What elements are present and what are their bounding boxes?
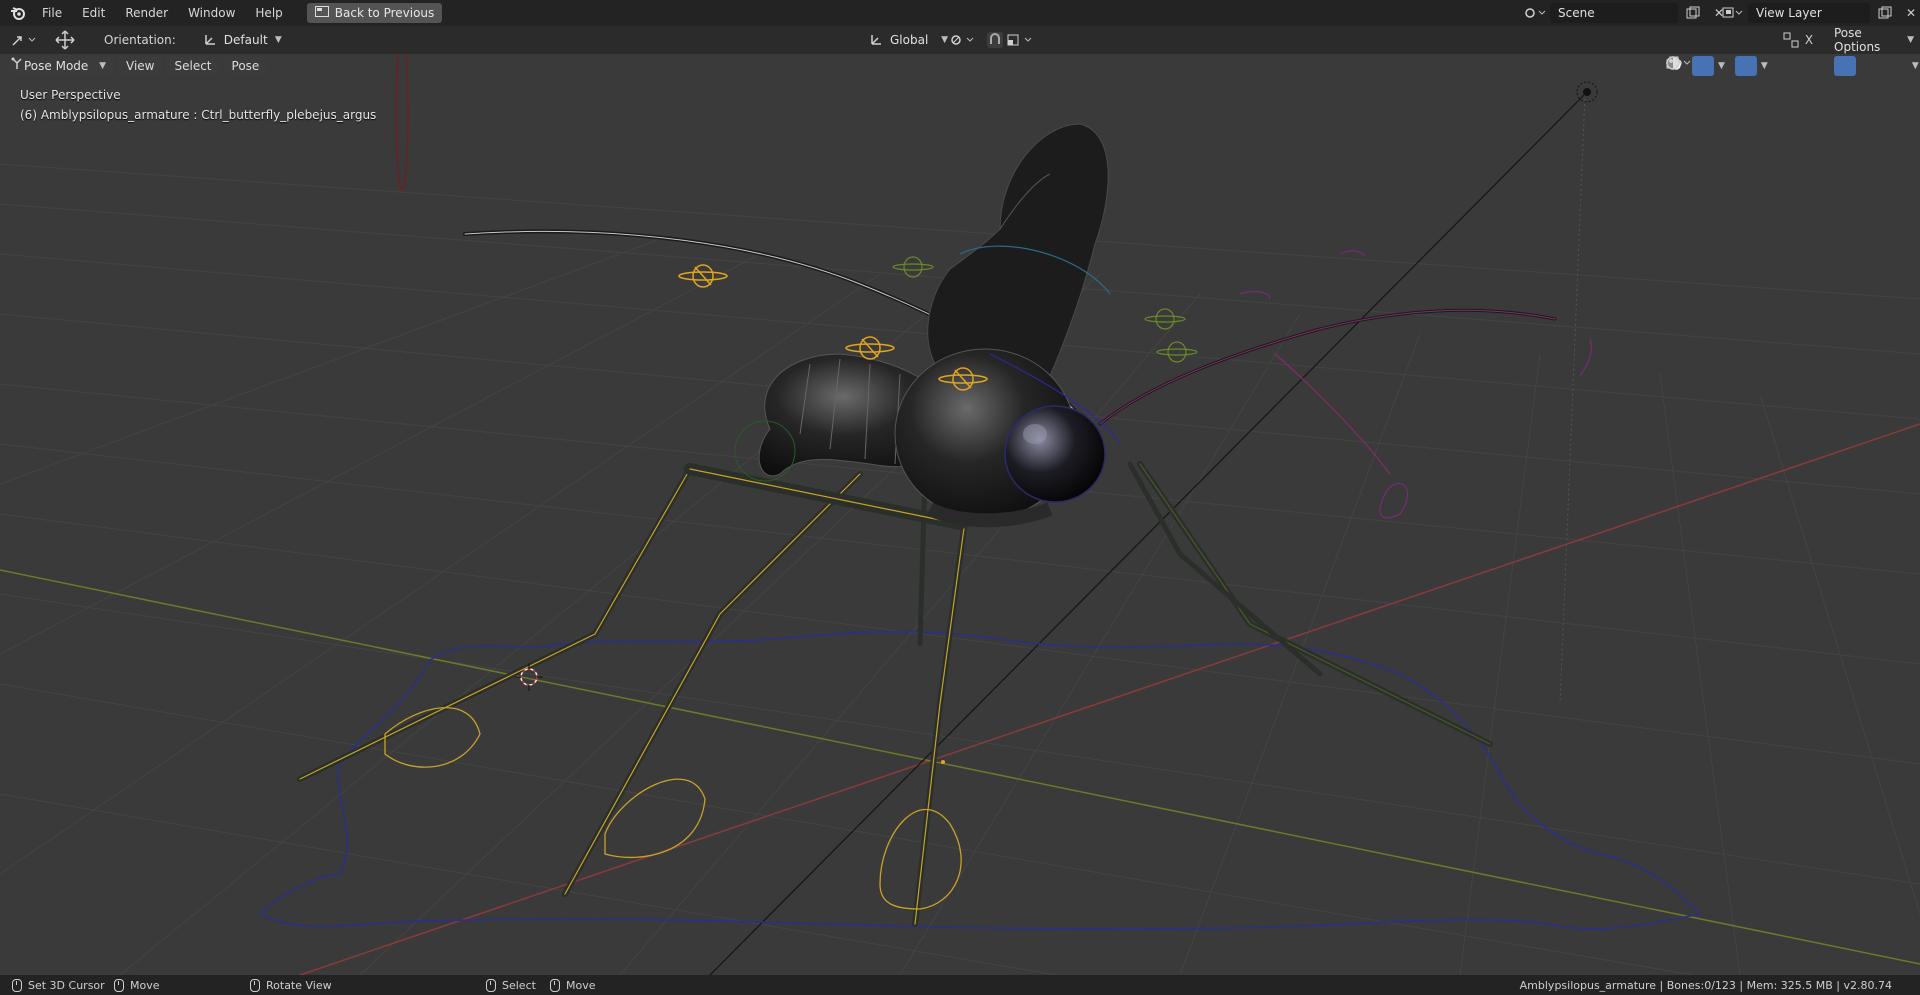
chevron-down-icon: ▼: [941, 35, 948, 45]
chevron-down-icon: ▼: [274, 35, 282, 45]
proportional-icon[interactable]: [1006, 30, 1036, 50]
status-rotate: Rotate View: [250, 978, 332, 992]
transform-orientation-dropdown[interactable]: Global ▼: [862, 30, 956, 50]
top-menu-bar: File Edit Render Window Help Back to Pre…: [0, 0, 1920, 26]
scene-icon[interactable]: [1524, 3, 1546, 23]
overlay-icon[interactable]: [1667, 56, 1757, 76]
scene-field[interactable]: Scene: [1550, 3, 1678, 23]
chevron-down-icon: ▼: [99, 61, 106, 71]
new-scene-icon[interactable]: [1682, 3, 1704, 23]
viewport-header: Pose Mode ▼ View Select Pose: [10, 56, 268, 76]
pivot-icon[interactable]: [948, 30, 978, 50]
view-layer-field[interactable]: View Layer: [1748, 3, 1870, 23]
mouse-icon: [486, 978, 496, 992]
3d-cursor-icon[interactable]: [515, 663, 543, 691]
xray-icon[interactable]: [1666, 56, 1800, 76]
menu-render[interactable]: Render: [115, 6, 178, 20]
legs: [297, 461, 1493, 927]
back-to-previous-label: Back to Previous: [334, 6, 435, 20]
status-set-cursor-label: Set 3D Cursor: [28, 978, 105, 992]
mouse-icon: [250, 978, 260, 992]
global-icon: [870, 32, 884, 49]
status-select: Select: [486, 978, 536, 992]
gizmo-icon[interactable]: [1668, 56, 1714, 76]
mouse-icon: [12, 978, 22, 992]
wireframe-shading-icon[interactable]: [1666, 56, 1830, 76]
tool-header: Orientation: Default ▼ Global ▼ X Pose O…: [0, 26, 1920, 54]
pose-options-dropdown[interactable]: Pose Options ▼: [1826, 26, 1920, 54]
rendered-shading-icon[interactable]: [1666, 56, 1908, 76]
close-view-layer-icon[interactable]: ✕: [1900, 3, 1920, 23]
light-direction-line: [709, 93, 1586, 975]
chevron-down-icon[interactable]: ▼: [1761, 61, 1768, 71]
mode-value: Pose Mode: [24, 59, 89, 73]
blender-logo-icon[interactable]: [4, 6, 32, 20]
view-layer-icon[interactable]: [1722, 3, 1744, 23]
mode-dropdown[interactable]: Pose Mode ▼: [10, 56, 114, 76]
menu-edit[interactable]: Edit: [72, 6, 115, 20]
orientation-icon: [204, 32, 218, 49]
viewport-menu-pose[interactable]: Pose: [223, 57, 268, 75]
transform-space-value: Global: [890, 33, 929, 47]
pose-options-label: Pose Options: [1834, 26, 1881, 54]
back-icon: [314, 6, 329, 20]
status-move-2-label: Move: [566, 978, 596, 992]
status-move-2: Move: [550, 978, 596, 992]
status-rotate-label: Rotate View: [266, 978, 332, 992]
chevron-down-icon: ▼: [1907, 35, 1914, 45]
control-circle-red: [395, 54, 409, 191]
menu-file[interactable]: File: [32, 6, 72, 20]
back-to-previous-button[interactable]: Back to Previous: [306, 3, 443, 23]
chevron-down-icon[interactable]: ▼: [1912, 61, 1919, 71]
mouse-icon: [550, 978, 560, 992]
chevron-down-icon[interactable]: ▼: [1718, 61, 1725, 71]
mirror-x-toggle[interactable]: X: [1798, 30, 1820, 50]
status-bar: Set 3D Cursor Move Rotate View Select Mo…: [0, 975, 1920, 995]
solid-shading-icon[interactable]: [1667, 56, 1856, 76]
status-move-label: Move: [130, 978, 160, 992]
scene-selector: Scene ✕: [1524, 3, 1730, 23]
orientation-value: Default: [223, 33, 268, 47]
new-view-layer-icon[interactable]: [1874, 3, 1896, 23]
root-control-curve: [258, 630, 1702, 930]
snap-icon[interactable]: [984, 30, 1006, 50]
menu-window[interactable]: Window: [178, 6, 245, 20]
viewport-menu-view[interactable]: View: [118, 57, 163, 75]
status-set-cursor: Set 3D Cursor: [12, 978, 105, 992]
mouse-icon: [114, 978, 124, 992]
3d-viewport[interactable]: Pose Mode ▼ View Select Pose ▼ ▼ ▼ User …: [0, 54, 1920, 975]
viewport-menu-select[interactable]: Select: [166, 57, 220, 75]
view-layer-selector: View Layer ✕: [1722, 3, 1920, 23]
move-gizmo-icon[interactable]: [52, 30, 78, 50]
y-axis-line: [0, 569, 1920, 965]
active-object-label: (6) Amblypsilopus_armature : Ctrl_butter…: [20, 108, 377, 122]
status-move: Move: [114, 978, 160, 992]
antenna-controls: [1239, 250, 1592, 519]
material-shading-icon[interactable]: [1667, 56, 1882, 76]
viewport-scene: [0, 54, 1920, 975]
status-select-label: Select: [502, 978, 536, 992]
orientation-dropdown[interactable]: Default ▼: [195, 30, 290, 50]
menu-help[interactable]: Help: [245, 6, 292, 20]
viewport-shading-controls: ▼ ▼ ▼: [1666, 56, 1919, 76]
transform-icon[interactable]: [10, 30, 40, 50]
orientation-label: Orientation:: [104, 33, 176, 47]
origin-point: [941, 760, 945, 764]
status-info: Amblypsilopus_armature | Bones:0/123 | M…: [1519, 978, 1892, 992]
viewport-perspective-label: User Perspective: [20, 88, 121, 102]
